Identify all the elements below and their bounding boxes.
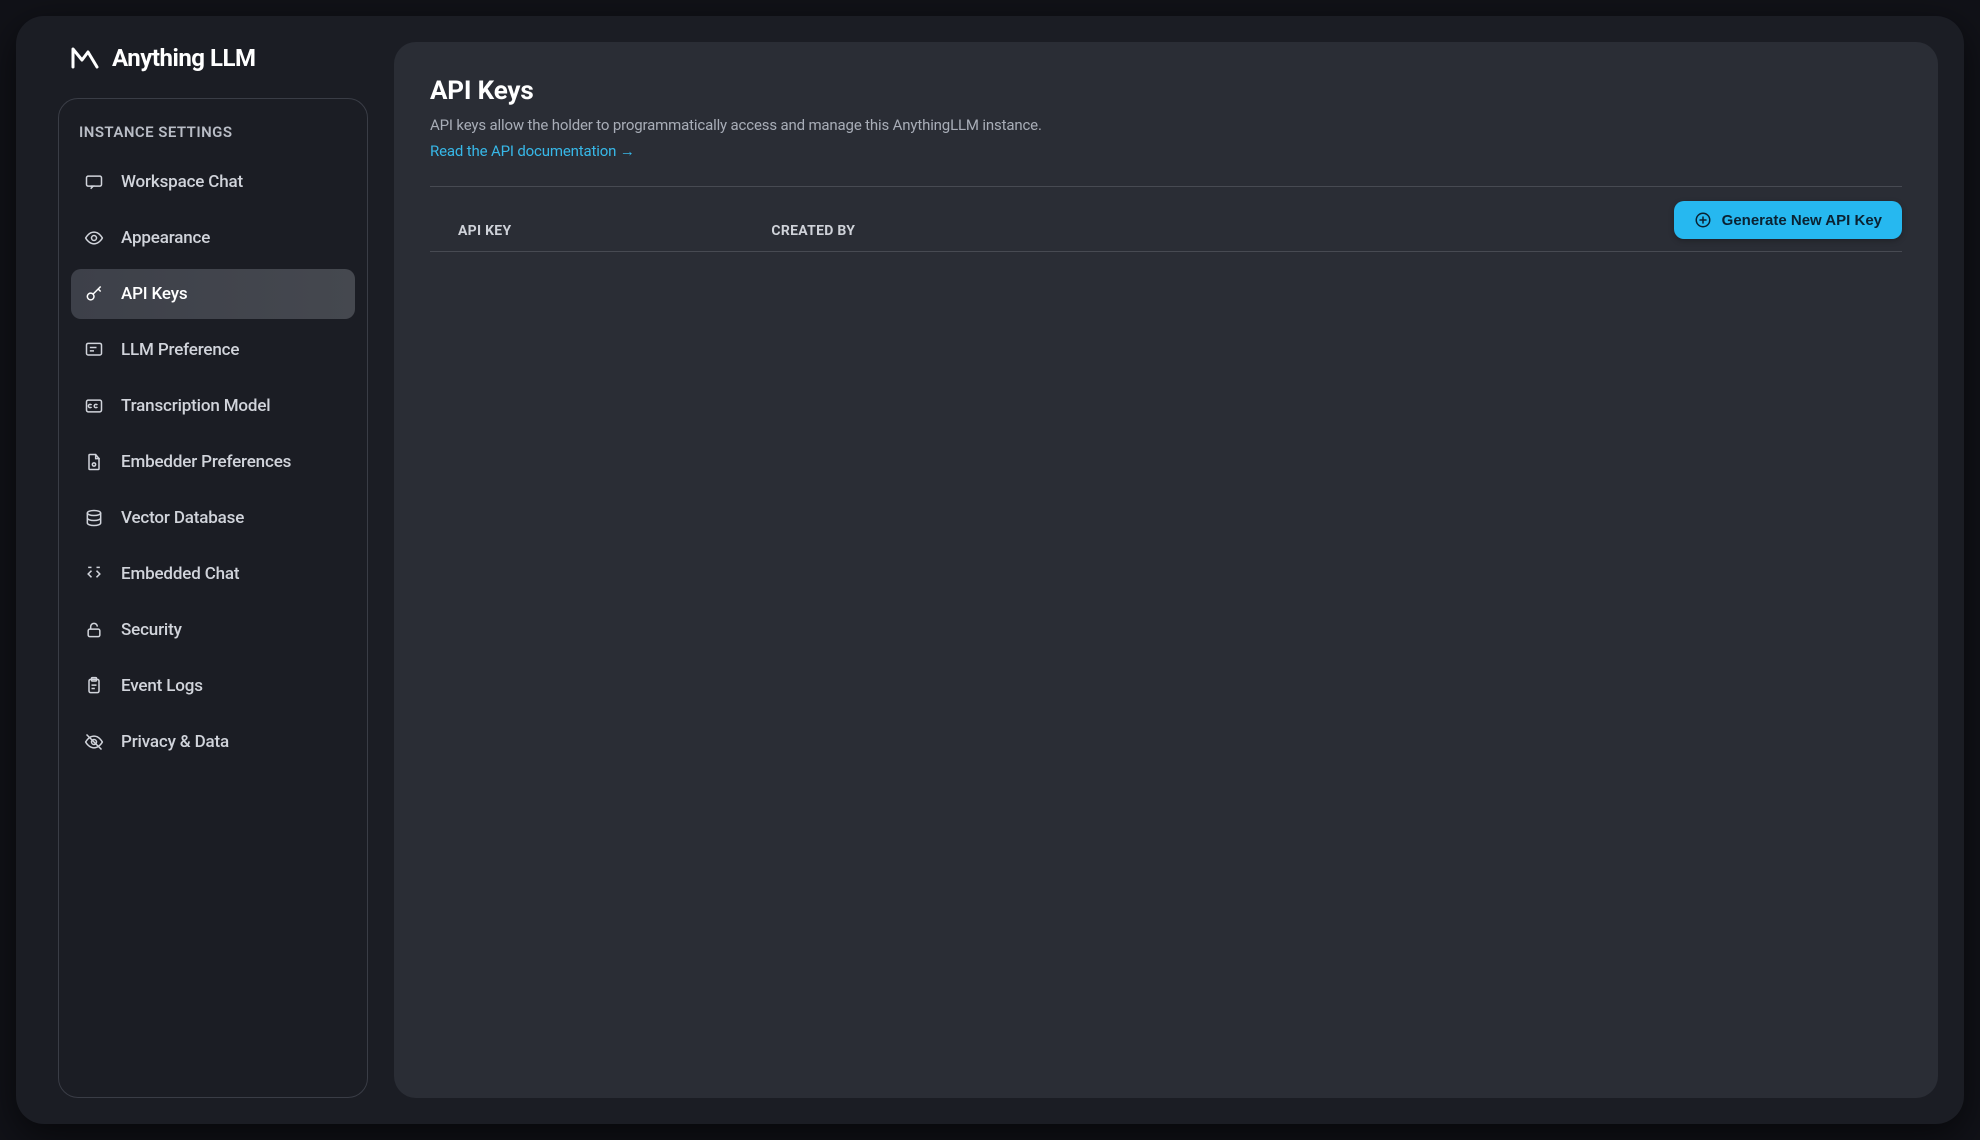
sidebar-item-llm-preference[interactable]: LLM Preference — [71, 325, 355, 375]
plus-circle-icon — [1694, 211, 1712, 229]
page-description: API keys allow the holder to programmati… — [430, 116, 1902, 134]
clipboard-icon — [83, 675, 105, 697]
sidebar-item-security[interactable]: Security — [71, 605, 355, 655]
main-panel: API Keys API keys allow the holder to pr… — [394, 42, 1938, 1098]
brand: Anything LLM — [58, 42, 368, 98]
sidebar-item-vector-database[interactable]: Vector Database — [71, 493, 355, 543]
generate-api-key-button[interactable]: Generate New API Key — [1674, 201, 1902, 239]
sidebar-item-event-logs[interactable]: Event Logs — [71, 661, 355, 711]
sidebar-item-transcription-model[interactable]: Transcription Model — [71, 381, 355, 431]
eyeoff-icon — [83, 731, 105, 753]
sidebar: INSTANCE SETTINGS Workspace Chat Appearan… — [58, 98, 368, 1098]
eye-icon — [83, 227, 105, 249]
sidebar-item-label: Embedded Chat — [121, 564, 239, 584]
column-header-createdby: CREATED BY — [771, 223, 855, 239]
sidebar-item-label: Event Logs — [121, 676, 203, 696]
cc-icon — [83, 395, 105, 417]
sidebar-item-embedder-preferences[interactable]: Embedder Preferences — [71, 437, 355, 487]
key-icon — [83, 283, 105, 305]
chat-icon — [83, 171, 105, 193]
code-icon — [83, 563, 105, 585]
sidebar-item-workspace-chat[interactable]: Workspace Chat — [71, 157, 355, 207]
sidebar-item-privacy-data[interactable]: Privacy & Data — [71, 717, 355, 767]
sidebar-item-embedded-chat[interactable]: Embedded Chat — [71, 549, 355, 599]
generate-api-key-label: Generate New API Key — [1722, 212, 1882, 229]
app-frame: Anything LLM INSTANCE SETTINGS Workspace… — [16, 16, 1964, 1124]
sidebar-heading: INSTANCE SETTINGS — [71, 119, 355, 151]
sidebar-item-appearance[interactable]: Appearance — [71, 213, 355, 263]
sidebar-item-label: Vector Database — [121, 508, 244, 528]
sidebar-item-api-keys[interactable]: API Keys — [71, 269, 355, 319]
sidebar-item-label: Privacy & Data — [121, 732, 229, 752]
sidebar-item-label: Embedder Preferences — [121, 452, 291, 472]
sidebar-item-label: Workspace Chat — [121, 172, 243, 192]
table-column-headers: API KEY CREATED BY — [430, 223, 1674, 239]
file-icon — [83, 451, 105, 473]
sidebar-item-label: Security — [121, 620, 182, 640]
page-title: API Keys — [430, 76, 1902, 106]
sidebar-item-label: LLM Preference — [121, 340, 239, 360]
left-column: Anything LLM INSTANCE SETTINGS Workspace… — [58, 42, 368, 1098]
database-icon — [83, 507, 105, 529]
sidebar-nav-list: Workspace Chat Appearance API Keys LLM Pref… — [71, 157, 355, 767]
sidebar-item-label: Transcription Model — [121, 396, 270, 416]
lock-icon — [83, 619, 105, 641]
sidebar-item-label: Appearance — [121, 228, 210, 248]
api-docs-link[interactable]: Read the API documentation → — [430, 142, 1902, 160]
sidebar-item-label: API Keys — [121, 284, 187, 304]
brand-name: Anything LLM — [112, 44, 256, 72]
message-icon — [83, 339, 105, 361]
column-header-apikey: API KEY — [430, 223, 511, 239]
logo-icon — [70, 46, 100, 70]
section-divider — [430, 186, 1902, 187]
table-toolbar: API KEY CREATED BY Generate New API Key — [430, 201, 1902, 252]
